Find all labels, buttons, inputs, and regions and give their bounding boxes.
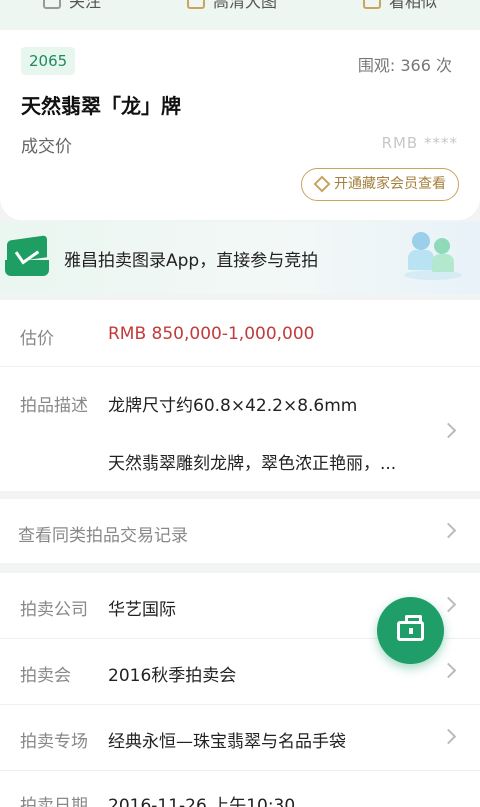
estimate-value: RMB 850,000-1,000,000	[108, 324, 315, 344]
history-link-row[interactable]: 查看同类拍品交易记录	[0, 499, 480, 563]
lot-title: 天然翡翠「龙」牌	[21, 94, 181, 118]
auction-session-value: 2016秋季拍卖会	[108, 666, 237, 686]
heart-icon	[42, 0, 61, 9]
auction-company-label: 拍卖公司	[20, 600, 88, 620]
lot-number-badge: 2065	[21, 47, 76, 75]
chevron-right-icon	[440, 422, 457, 439]
app-promo-banner[interactable]: 雅昌拍卖图录App，直接参与竞拍	[0, 222, 480, 294]
similar-label: 看相似	[388, 0, 437, 11]
briefcase-fab-button[interactable]	[377, 597, 444, 664]
people-illustration-icon	[404, 228, 464, 288]
history-link-label: 查看同类拍品交易记录	[18, 526, 188, 546]
similar-button[interactable]: 看相似	[362, 0, 437, 12]
chevron-right-icon	[440, 596, 457, 613]
details-section: 估价 RMB 850,000-1,000,000 拍品描述 龙牌尺寸约60.8×…	[0, 300, 480, 491]
description-line-2: 天然翡翠雕刻龙牌，翠色浓正艳丽，...	[108, 454, 397, 474]
sold-price-masked: RMB ****	[381, 134, 458, 152]
view-count: 围观: 366 次	[357, 56, 452, 75]
membership-button-label: 开通藏家会员查看	[334, 176, 446, 192]
description-label: 拍品描述	[20, 396, 88, 416]
similar-icon	[362, 0, 381, 9]
artron-logo-icon	[5, 235, 49, 278]
hd-image-button[interactable]: 高清大图	[186, 0, 277, 12]
auction-special-label: 拍卖专场	[20, 732, 88, 752]
chevron-right-icon	[440, 522, 457, 539]
chevron-right-icon	[440, 728, 457, 745]
description-line-1: 龙牌尺寸约60.8×42.2×8.6mm	[108, 396, 358, 416]
diamond-icon	[314, 180, 328, 190]
top-action-bar: 关注 高清大图 看相似	[0, 0, 480, 34]
open-membership-button[interactable]: 开通藏家会员查看	[301, 168, 459, 201]
banner-text: 雅昌拍卖图录App，直接参与竞拍	[64, 251, 319, 271]
auction-special-value: 经典永恒—珠宝翡翠与名品手袋	[108, 732, 346, 752]
briefcase-icon	[397, 615, 424, 641]
auction-date-label: 拍卖日期	[20, 796, 88, 807]
image-icon	[186, 0, 205, 9]
auction-session-label: 拍卖会	[20, 666, 71, 686]
auction-date-value: 2016-11-26 上午10:30	[108, 796, 296, 807]
chevron-right-icon	[440, 662, 457, 679]
lot-info-card: 2065 围观: 366 次 天然翡翠「龙」牌 成交价 RMB **** 开通藏…	[0, 30, 480, 220]
auction-company-value: 华艺国际	[108, 600, 176, 620]
sold-price-label: 成交价	[21, 137, 72, 157]
follow-button[interactable]: 关注	[42, 0, 101, 12]
description-row[interactable]: 拍品描述 龙牌尺寸约60.8×42.2×8.6mm 天然翡翠雕刻龙牌，翠色浓正艳…	[0, 367, 480, 491]
auction-special-row[interactable]: 拍卖专场 经典永恒—珠宝翡翠与名品手袋	[0, 705, 480, 771]
auction-date-row: 拍卖日期 2016-11-26 上午10:30	[0, 771, 480, 807]
hd-image-label: 高清大图	[212, 0, 277, 11]
follow-label: 关注	[68, 0, 101, 11]
estimate-label: 估价	[20, 329, 54, 349]
estimate-row: 估价 RMB 850,000-1,000,000	[0, 300, 480, 367]
